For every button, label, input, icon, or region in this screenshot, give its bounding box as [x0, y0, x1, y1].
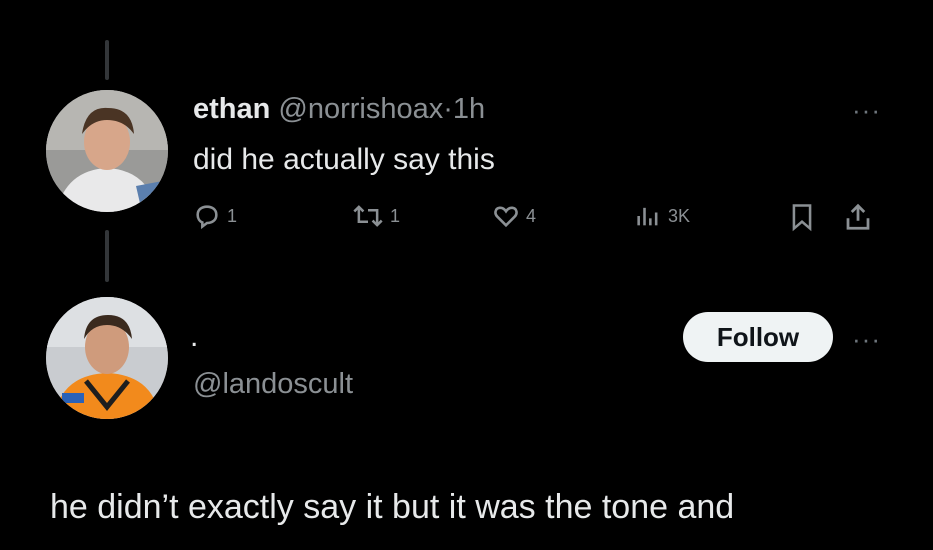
more-options-icon[interactable]: ···: [852, 95, 881, 126]
retweet-count: 1: [390, 205, 401, 226]
bookmark-button[interactable]: [788, 202, 816, 232]
views-button[interactable]: 3K: [634, 202, 690, 230]
retweet-icon: [353, 205, 383, 227]
tweet-header: ethan @norrishoax·1h: [193, 93, 485, 126]
share-button[interactable]: [843, 202, 873, 232]
thread-line-bottom: [105, 230, 109, 282]
handle[interactable]: @norrishoax: [278, 93, 443, 125]
avatar[interactable]: [46, 297, 168, 419]
share-icon: [846, 203, 870, 230]
timestamp[interactable]: 1h: [453, 93, 485, 125]
like-button[interactable]: 4: [492, 202, 536, 230]
more-options-icon[interactable]: ···: [852, 324, 881, 355]
like-count: 4: [526, 205, 537, 226]
reply-icon: [196, 205, 218, 230]
avatar[interactable]: [46, 90, 168, 212]
views-count: 3K: [668, 205, 691, 226]
thread-line-top: [105, 40, 109, 80]
action-bar: 1 1 4 3K: [0, 200, 933, 236]
reply-display-name[interactable]: .: [190, 320, 198, 354]
reply-count: 1: [227, 205, 238, 226]
reply-handle[interactable]: @landoscult: [193, 368, 353, 401]
heart-icon: [494, 206, 518, 228]
reply-text: he didn’t exactly say it but it was the …: [50, 488, 735, 526]
tweet-text: did he actually say this: [193, 143, 495, 176]
bookmark-icon: [792, 204, 812, 232]
separator-dot: ·: [443, 93, 453, 125]
display-name[interactable]: ethan: [193, 93, 270, 125]
avatar-photo-landoscult: [46, 297, 168, 419]
reply-button[interactable]: 1: [193, 202, 237, 230]
retweet-button[interactable]: 1: [352, 202, 400, 230]
follow-button[interactable]: Follow: [683, 312, 833, 362]
avatar-photo-ethan: [46, 90, 168, 212]
views-chart-icon: [637, 207, 658, 226]
